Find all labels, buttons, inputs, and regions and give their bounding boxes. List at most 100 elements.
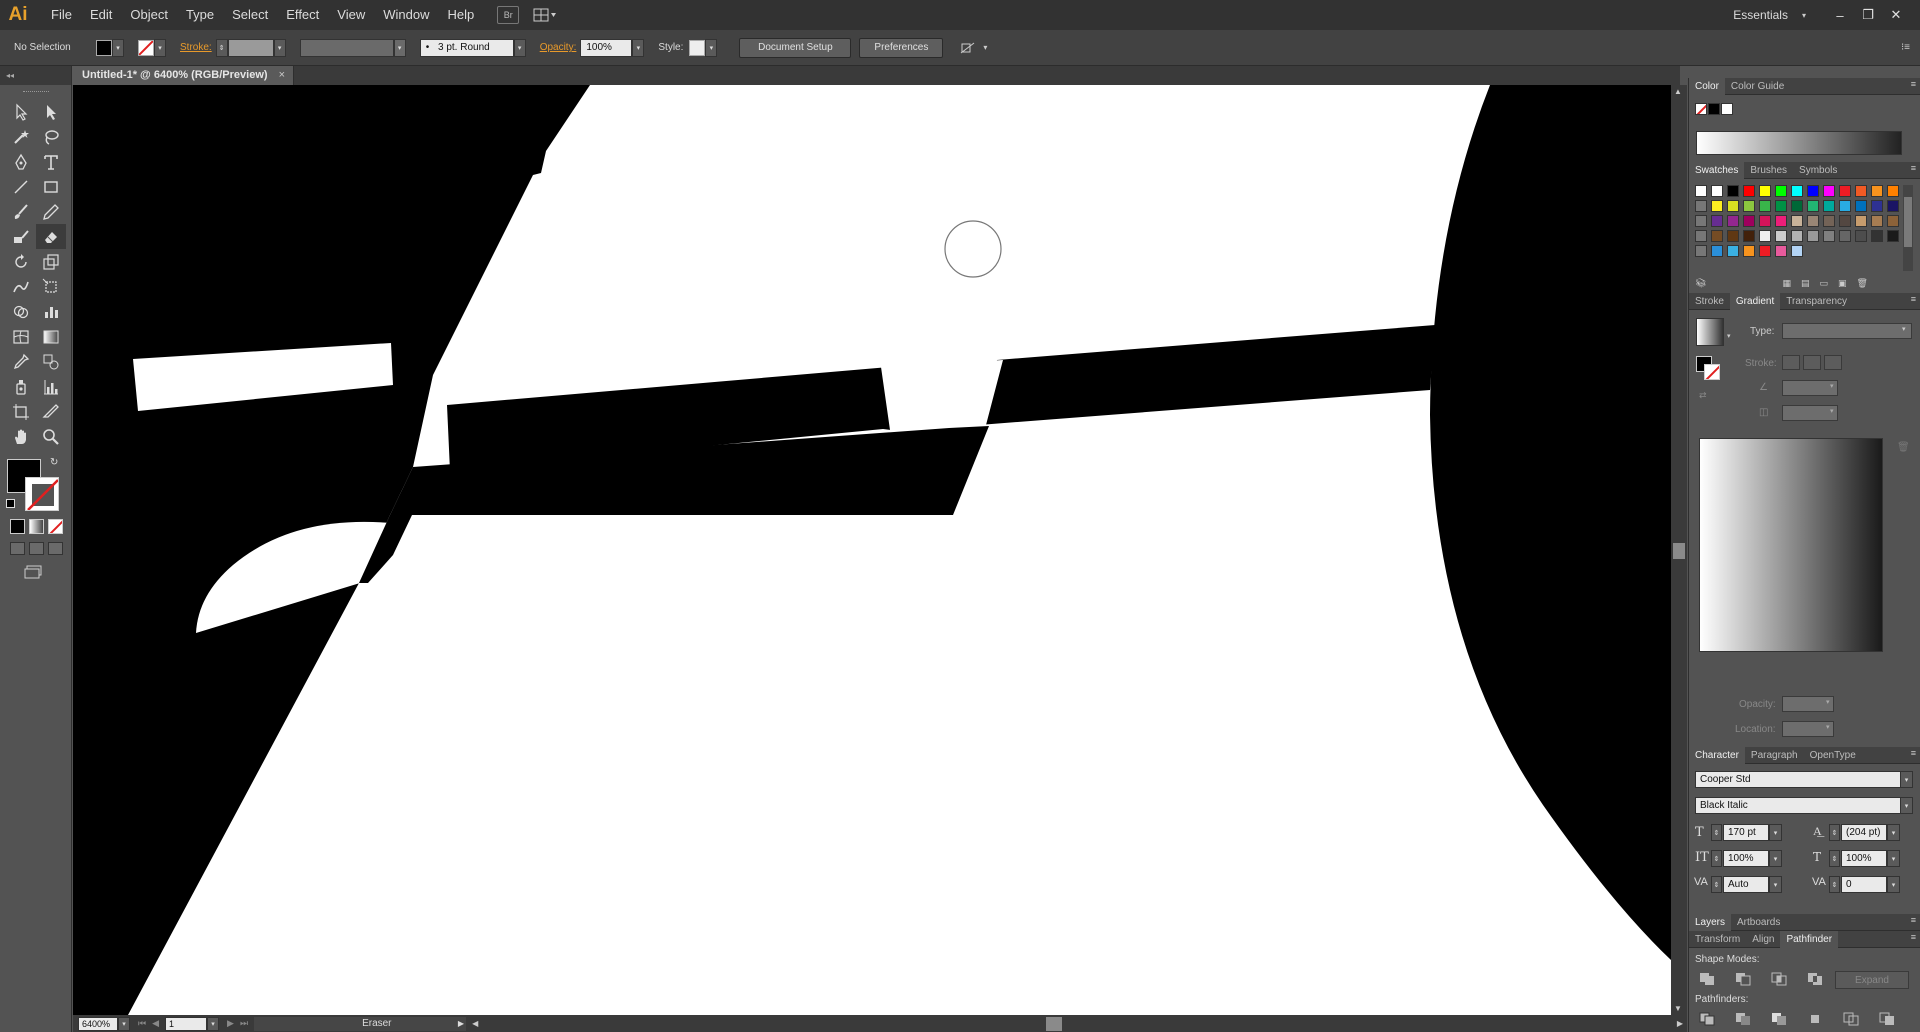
swatch-chip[interactable] bbox=[1743, 245, 1755, 257]
expand-button[interactable]: Expand bbox=[1835, 971, 1909, 989]
arrange-documents-button[interactable] bbox=[533, 6, 563, 24]
gradient-aspect-chevron-icon[interactable]: ▾ bbox=[1830, 407, 1834, 415]
swatch-chip[interactable] bbox=[1855, 200, 1867, 212]
tab-pathfinder[interactable]: Pathfinder bbox=[1780, 930, 1839, 948]
selection-tool[interactable] bbox=[6, 99, 36, 124]
swatch-chip[interactable] bbox=[1727, 245, 1739, 257]
swatch-chip[interactable] bbox=[1775, 185, 1787, 197]
crop-button[interactable] bbox=[1807, 1012, 1825, 1028]
mesh-tool[interactable] bbox=[6, 324, 36, 349]
tab-paragraph[interactable]: Paragraph bbox=[1745, 747, 1804, 764]
swatch-chip[interactable] bbox=[1759, 200, 1771, 212]
close-document-icon[interactable]: × bbox=[279, 66, 285, 85]
scale-tool[interactable] bbox=[36, 249, 66, 274]
gradient-panel-menu-icon[interactable]: ≡ bbox=[1911, 294, 1916, 304]
swatch-chip[interactable] bbox=[1855, 230, 1867, 242]
horizontal-scroll-track[interactable] bbox=[478, 1016, 1677, 1031]
swatch-chip[interactable] bbox=[1823, 230, 1835, 242]
unite-button[interactable] bbox=[1699, 972, 1717, 988]
previous-artboard-icon[interactable]: ◀ bbox=[152, 1018, 159, 1029]
graph-tool[interactable] bbox=[36, 299, 66, 324]
draw-normal-button[interactable] bbox=[10, 542, 25, 555]
tab-layers[interactable]: Layers bbox=[1689, 913, 1732, 931]
reverse-gradient-icon[interactable]: ⇄ bbox=[1699, 390, 1707, 401]
color-group-folder-icon[interactable] bbox=[1695, 245, 1707, 257]
kerning-field[interactable]: Auto bbox=[1723, 876, 1769, 893]
swatch-chip[interactable] bbox=[1791, 230, 1803, 242]
menu-edit[interactable]: Edit bbox=[81, 0, 121, 30]
swatch-chip[interactable] bbox=[1871, 230, 1883, 242]
close-window-button[interactable]: ✕ bbox=[1882, 4, 1910, 26]
divide-button[interactable] bbox=[1699, 1012, 1717, 1028]
gradient-preview-chevron-icon[interactable]: ▾ bbox=[1727, 332, 1731, 340]
font-family-field[interactable]: Cooper Std bbox=[1695, 771, 1901, 788]
line-segment-tool[interactable] bbox=[6, 174, 36, 199]
last-artboard-icon[interactable]: ⏭ bbox=[240, 1018, 248, 1029]
swap-fill-stroke-icon[interactable]: ↻ bbox=[50, 457, 58, 468]
swatch-chip[interactable] bbox=[1759, 185, 1771, 197]
column-graph-tool[interactable] bbox=[36, 374, 66, 399]
outline-button[interactable] bbox=[1843, 1012, 1861, 1028]
none-mode-button[interactable] bbox=[48, 519, 63, 534]
tab-stroke[interactable]: Stroke bbox=[1689, 293, 1730, 310]
status-menu-arrow-icon[interactable]: ▶ bbox=[458, 1017, 464, 1031]
rectangle-tool[interactable] bbox=[36, 174, 66, 199]
font-size-field[interactable]: 170 pt bbox=[1723, 824, 1769, 841]
swatch-chip[interactable] bbox=[1727, 215, 1739, 227]
scroll-down-icon[interactable]: ▼ bbox=[1674, 1004, 1682, 1013]
swatch-chip[interactable] bbox=[1887, 185, 1899, 197]
artboard-tool[interactable] bbox=[6, 399, 36, 424]
swatch-chip[interactable] bbox=[1759, 230, 1771, 242]
tab-color[interactable]: Color bbox=[1689, 77, 1725, 95]
vertical-scroll-thumb[interactable] bbox=[1673, 543, 1685, 559]
leading-field[interactable]: (204 pt) bbox=[1841, 824, 1887, 841]
gradient-tool[interactable] bbox=[36, 324, 66, 349]
none-swatch[interactable] bbox=[1695, 185, 1707, 197]
leading-dropdown[interactable]: ▾ bbox=[1887, 824, 1900, 841]
tracking-field[interactable]: 0 bbox=[1841, 876, 1887, 893]
stroke-swatch[interactable] bbox=[138, 39, 154, 56]
opacity-field[interactable]: 100% bbox=[580, 38, 633, 57]
swatch-chip[interactable] bbox=[1791, 200, 1803, 212]
arrange-icon-button[interactable] bbox=[957, 39, 979, 57]
swatch-chip[interactable] bbox=[1791, 185, 1803, 197]
swatch-chip[interactable] bbox=[1711, 200, 1723, 212]
menu-effect[interactable]: Effect bbox=[277, 0, 328, 30]
magic-wand-tool[interactable] bbox=[6, 124, 36, 149]
document-tab[interactable]: Untitled-1* @ 6400% (RGB/Preview) × bbox=[72, 66, 294, 85]
swatch-chip[interactable] bbox=[1711, 185, 1723, 197]
swatch-chip[interactable] bbox=[1855, 215, 1867, 227]
merge-button[interactable] bbox=[1771, 1012, 1789, 1028]
screen-mode-button[interactable] bbox=[24, 565, 44, 579]
slice-tool[interactable] bbox=[36, 399, 66, 424]
swatch-chip[interactable] bbox=[1839, 200, 1851, 212]
menu-help[interactable]: Help bbox=[438, 0, 483, 30]
blend-tool[interactable] bbox=[36, 349, 66, 374]
brush-dropdown[interactable]: ▾ bbox=[513, 38, 526, 57]
swatch-chip[interactable] bbox=[1759, 215, 1771, 227]
swatch-chip[interactable] bbox=[1823, 200, 1835, 212]
menu-object[interactable]: Object bbox=[121, 0, 177, 30]
swatch-chip[interactable] bbox=[1775, 245, 1787, 257]
gradient-angle-chevron-icon[interactable]: ▾ bbox=[1830, 382, 1834, 390]
current-tool-status[interactable]: Eraser ▶ bbox=[254, 1016, 467, 1031]
pathfinder-panel-menu-icon[interactable]: ≡ bbox=[1911, 932, 1916, 942]
control-panel-menu-icon[interactable]: ⁝≡ bbox=[1901, 42, 1910, 53]
tab-artboards[interactable]: Artboards bbox=[1731, 914, 1786, 931]
artboard-dropdown[interactable]: ▾ bbox=[207, 1016, 220, 1031]
type-tool[interactable] bbox=[36, 149, 66, 174]
color-black-swatch[interactable] bbox=[1708, 103, 1720, 115]
swatch-chip[interactable] bbox=[1791, 215, 1803, 227]
vertical-scrollbar[interactable]: ▲ ▼ bbox=[1671, 85, 1687, 1015]
gradient-type-chevron-icon[interactable]: ▾ bbox=[1902, 325, 1906, 333]
swatch-chip[interactable] bbox=[1775, 215, 1787, 227]
artboard-canvas[interactable] bbox=[73, 85, 1671, 1015]
swatch-chip[interactable] bbox=[1743, 230, 1755, 242]
tools-panel-header[interactable]: ◂◂ bbox=[0, 66, 71, 85]
swatch-chip[interactable] bbox=[1727, 200, 1739, 212]
restore-button[interactable]: ❐ bbox=[1854, 4, 1882, 26]
swatch-chip[interactable] bbox=[1775, 200, 1787, 212]
minus-back-button[interactable] bbox=[1879, 1012, 1897, 1028]
color-white-swatch[interactable] bbox=[1721, 103, 1733, 115]
brush-definition-field[interactable]: • 3 pt. Round bbox=[419, 38, 514, 57]
